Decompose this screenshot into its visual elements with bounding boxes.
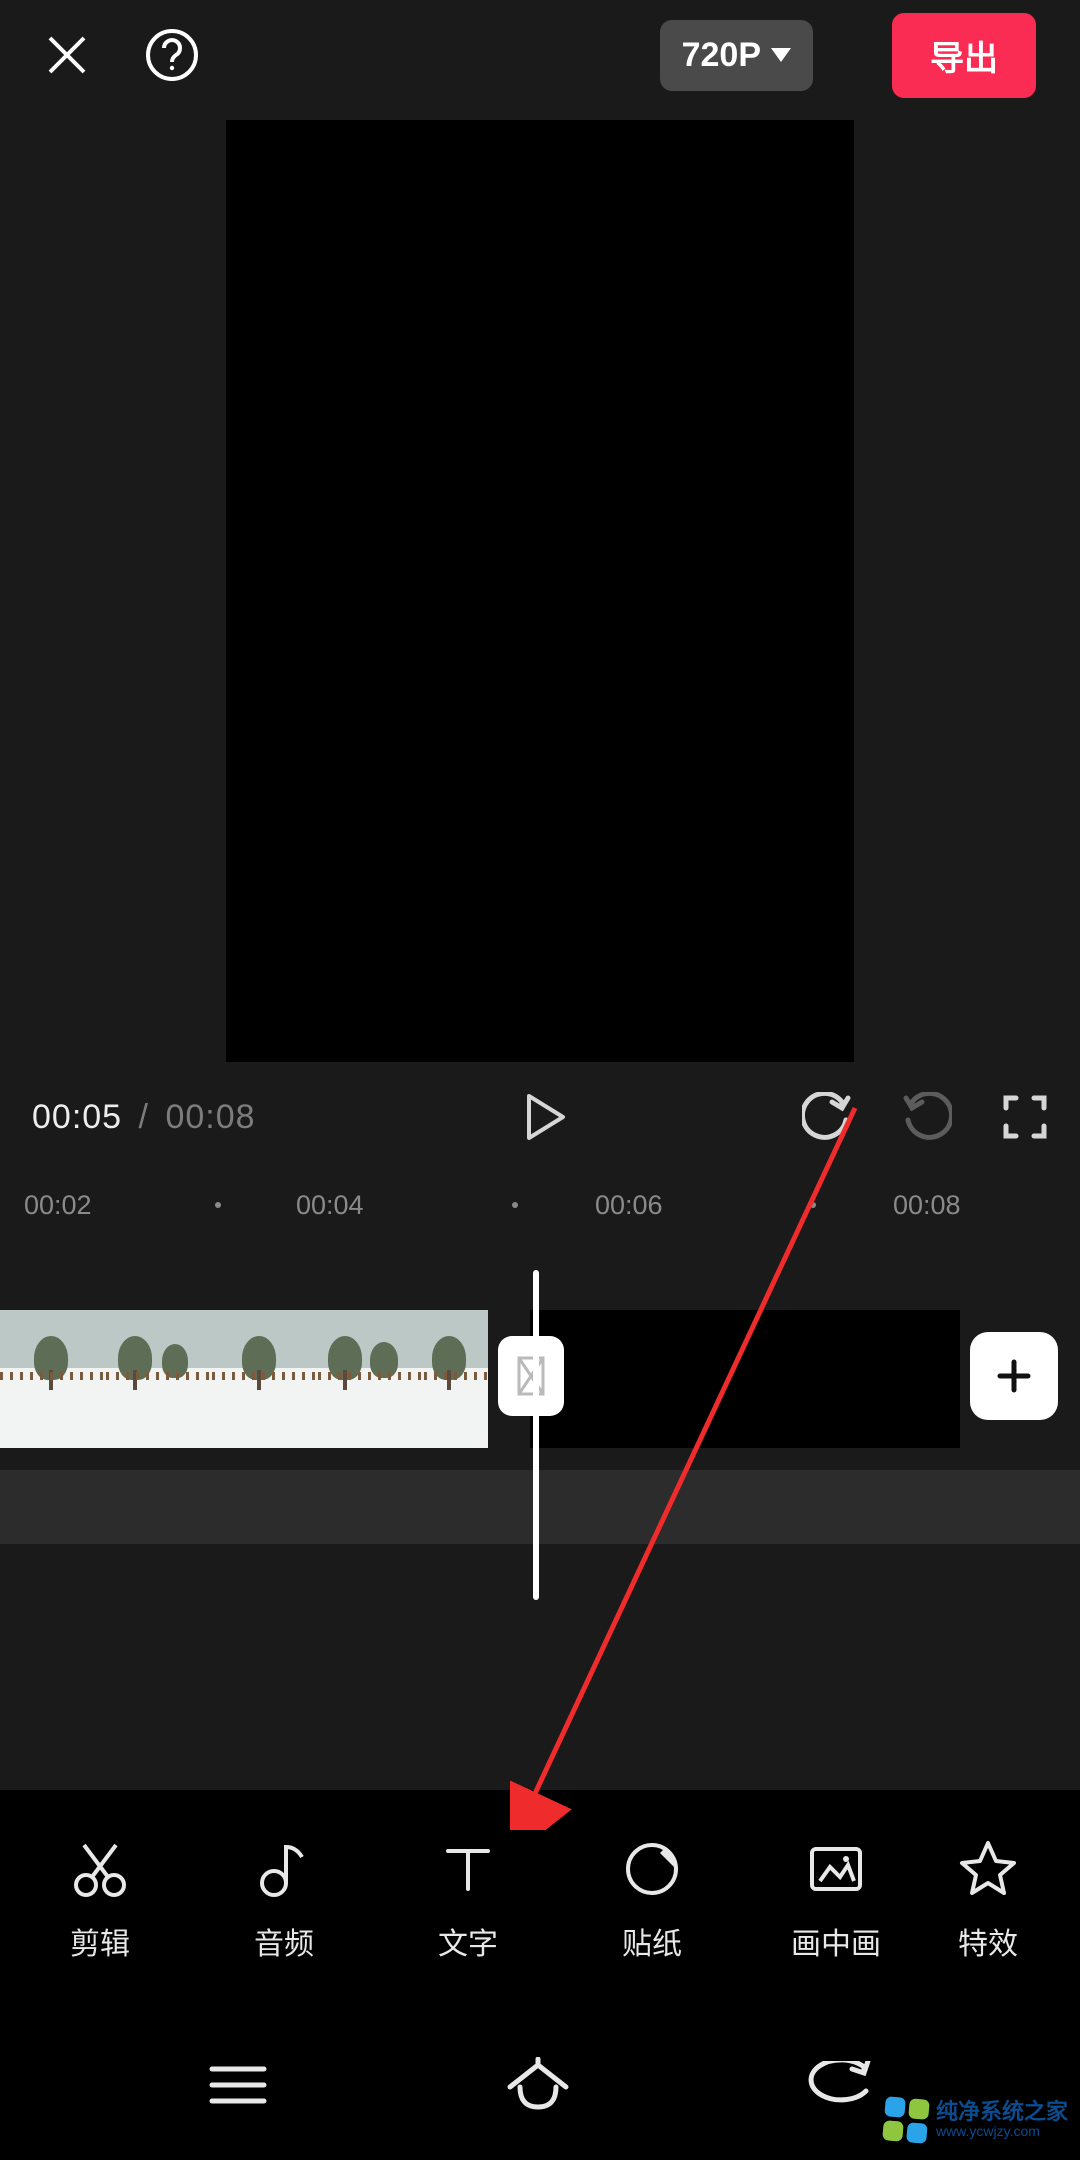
header-bar: 720P 导出 (0, 0, 1080, 110)
time-total: 00:08 (165, 1098, 255, 1136)
home-icon (502, 2057, 574, 2113)
music-icon (252, 1837, 316, 1901)
time-current: 00:05 (32, 1098, 122, 1136)
text-icon (436, 1837, 500, 1901)
tool-audio[interactable]: 音频 (192, 1837, 376, 1963)
watermark-logo-icon (882, 2096, 930, 2144)
tool-pip[interactable]: 画中画 (744, 1837, 928, 1963)
star-icon (956, 1837, 1020, 1901)
help-icon (145, 28, 199, 82)
export-button[interactable]: 导出 (892, 13, 1036, 98)
tool-edit[interactable]: 剪辑 (8, 1837, 192, 1963)
recents-button[interactable] (206, 2061, 270, 2109)
watermark: 纯净系统之家 www.ycwjzy.com (884, 2098, 1068, 2142)
back-button[interactable] (806, 2061, 874, 2109)
tool-dock: 剪辑 音频 文字 贴纸 画中画 特效 (0, 1790, 1080, 2010)
play-icon (521, 1090, 569, 1144)
audio-track[interactable] (0, 1470, 1080, 1544)
redo-button[interactable] (902, 1092, 952, 1142)
time-separator: / (139, 1098, 149, 1136)
redo-icon (902, 1092, 952, 1142)
help-button[interactable] (145, 28, 199, 82)
time-ruler[interactable]: 00:02 00:04 00:06 00:08 (0, 1180, 1080, 1230)
tool-sticker[interactable]: 贴纸 (560, 1837, 744, 1963)
timeline[interactable] (0, 1270, 1080, 1610)
time-display: 00:05 / 00:08 (32, 1098, 256, 1137)
close-button[interactable] (44, 32, 90, 78)
add-clip-button[interactable] (970, 1332, 1058, 1420)
ruler-tick: 00:06 (595, 1190, 663, 1221)
tool-effects[interactable]: 特效 (928, 1837, 1048, 1963)
transition-handle[interactable] (498, 1336, 564, 1416)
video-clip[interactable] (0, 1310, 488, 1448)
fullscreen-icon (1002, 1094, 1048, 1140)
menu-icon (206, 2061, 270, 2109)
resolution-value: 720P (682, 36, 761, 75)
ruler-dot (810, 1202, 816, 1208)
undo-button[interactable] (802, 1092, 852, 1142)
sticker-icon (620, 1837, 684, 1901)
ruler-dot (215, 1202, 221, 1208)
transition-icon (515, 1354, 547, 1398)
chevron-down-icon (771, 48, 791, 62)
tool-text[interactable]: 文字 (376, 1837, 560, 1963)
video-preview[interactable] (226, 120, 854, 1062)
ruler-tick: 00:02 (24, 1190, 92, 1221)
scissors-icon (68, 1837, 132, 1901)
home-button[interactable] (502, 2057, 574, 2113)
plus-icon (994, 1356, 1034, 1396)
ruler-tick: 00:04 (296, 1190, 364, 1221)
close-icon (44, 32, 90, 78)
play-button[interactable] (521, 1090, 569, 1144)
back-icon (806, 2061, 874, 2109)
resolution-selector[interactable]: 720P (660, 20, 813, 91)
playhead[interactable] (533, 1270, 539, 1600)
pip-icon (804, 1837, 868, 1901)
fullscreen-button[interactable] (1002, 1094, 1048, 1140)
empty-clip-region[interactable] (530, 1310, 960, 1448)
ruler-dot (512, 1202, 518, 1208)
ruler-tick: 00:08 (893, 1190, 961, 1221)
transport-bar: 00:05 / 00:08 (0, 1062, 1080, 1162)
undo-icon (802, 1092, 852, 1142)
